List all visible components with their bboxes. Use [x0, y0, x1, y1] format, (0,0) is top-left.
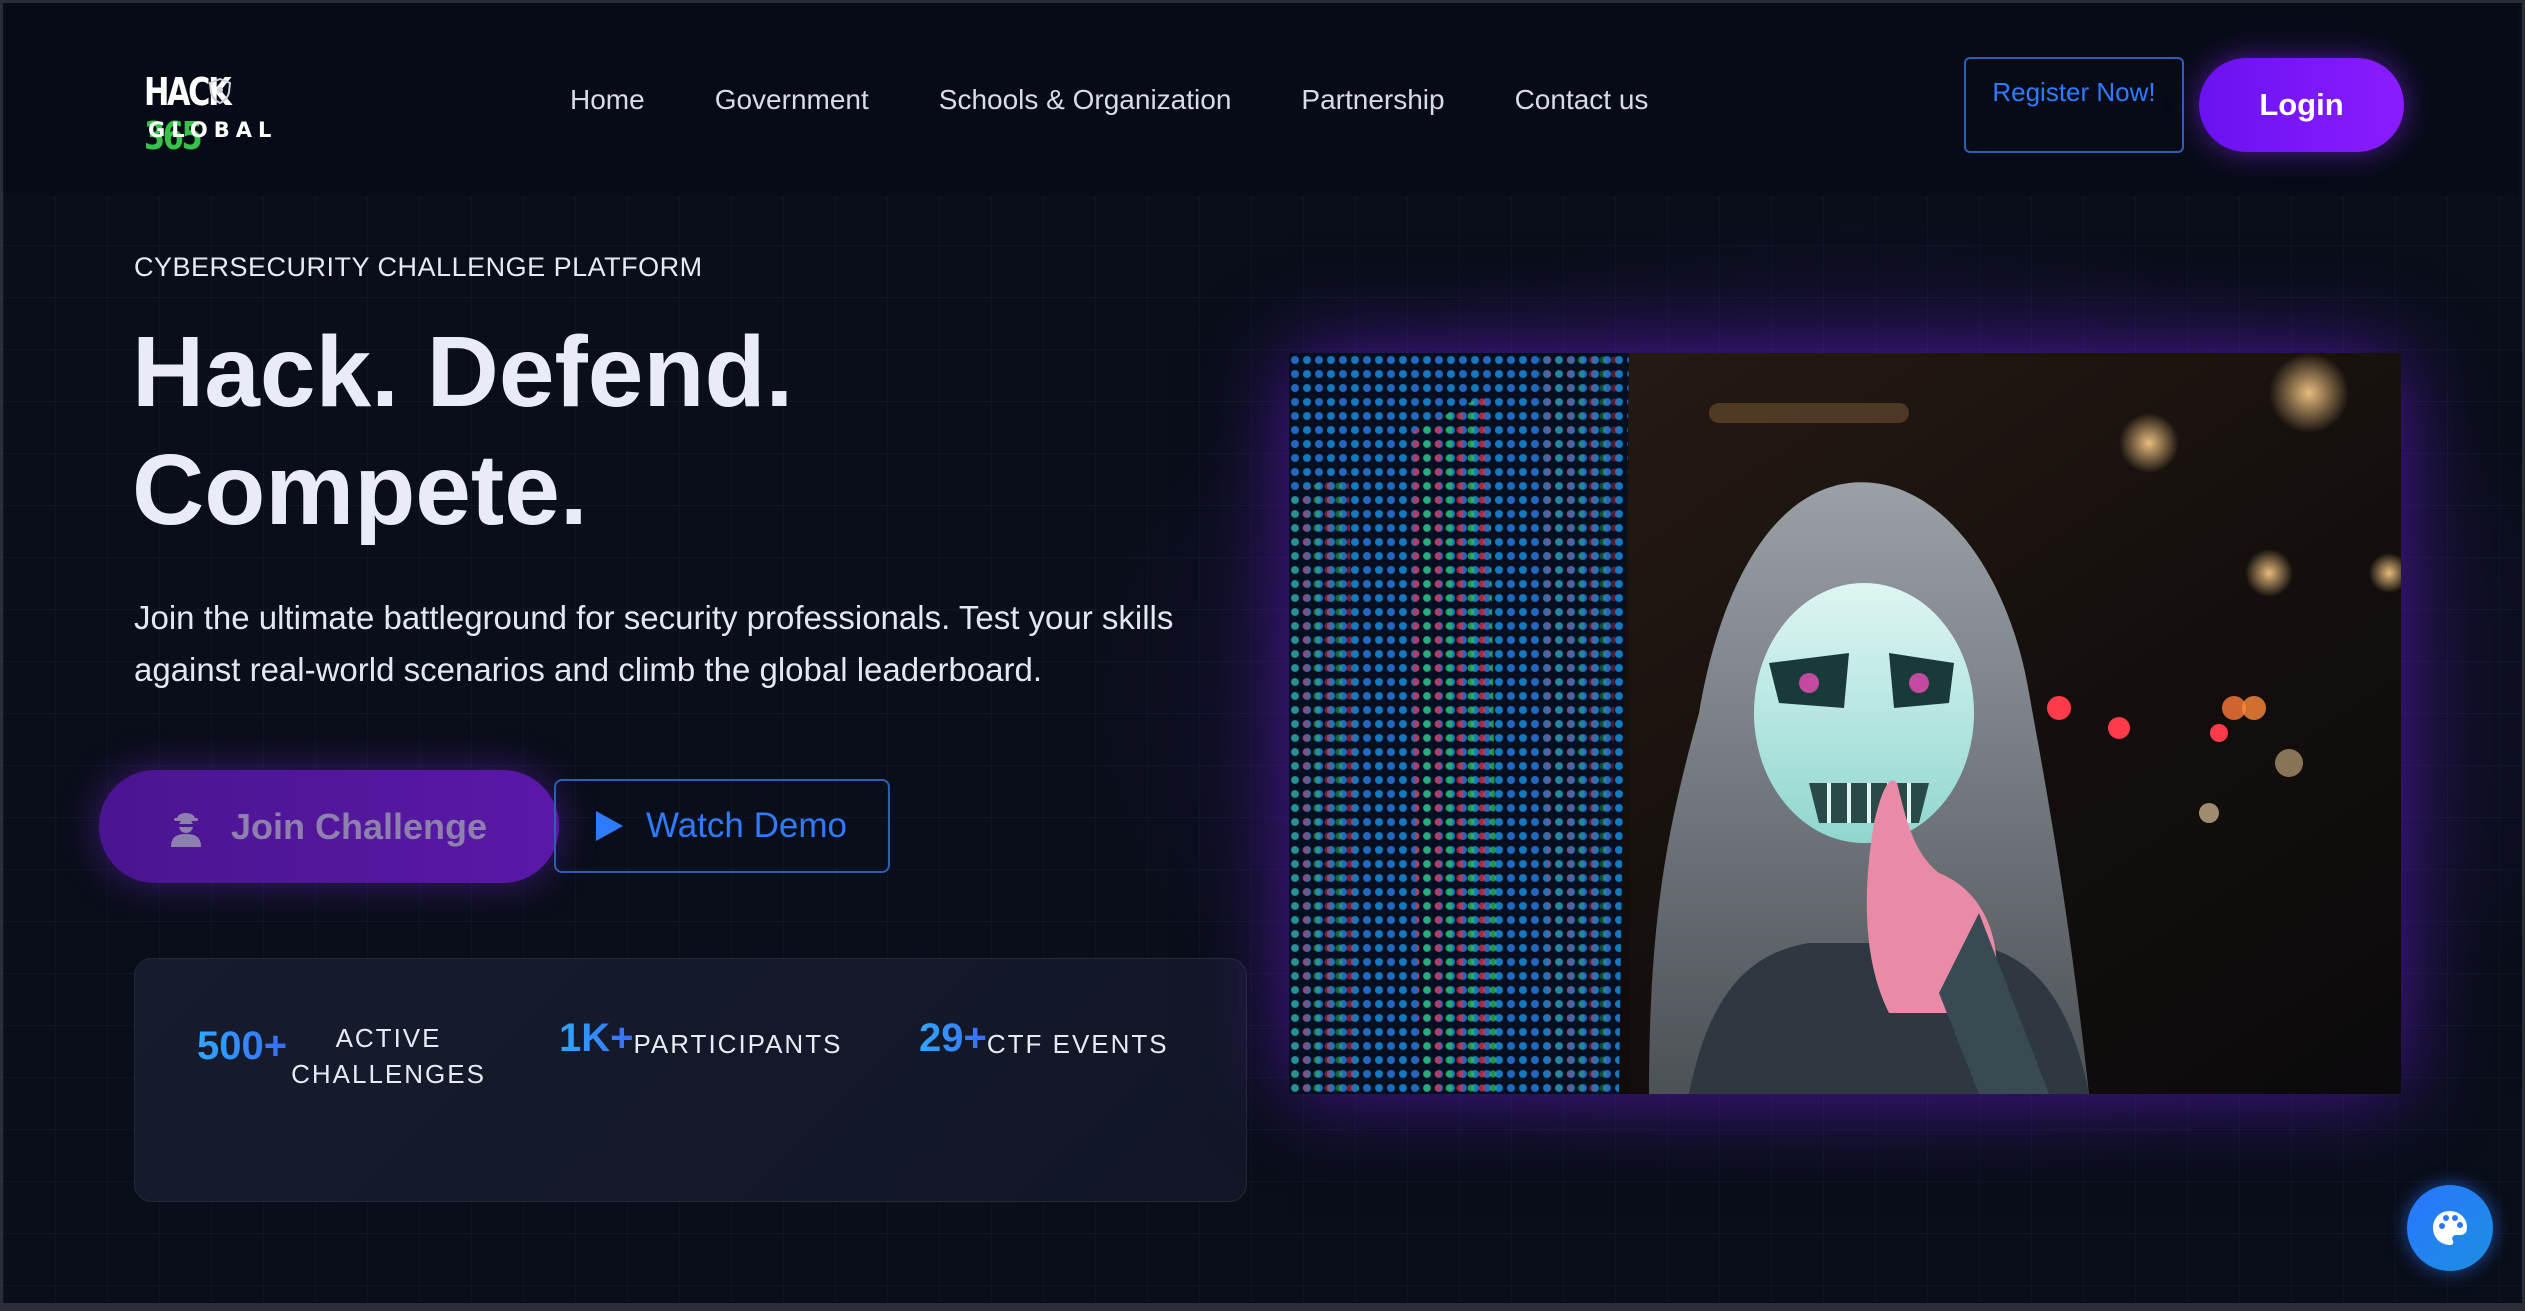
stat-value: 1K+: [559, 1016, 634, 1060]
hero-eyebrow: CYBERSECURITY CHALLENGE PLATFORM: [134, 252, 703, 282]
watch-demo-label: Watch Demo: [646, 806, 847, 845]
register-button[interactable]: Register Now!: [1964, 57, 2184, 153]
stat-value: 29+: [919, 1016, 987, 1060]
stat-participants: 1K+ PARTICIPANTS: [559, 1016, 842, 1062]
watch-demo-button[interactable]: Watch Demo: [554, 779, 890, 873]
headline-line-2: Compete.: [132, 434, 588, 546]
play-icon: [596, 811, 623, 841]
hero-image: [1289, 353, 2401, 1094]
shield-icon: [208, 78, 232, 104]
nav-link-home[interactable]: Home: [570, 84, 645, 116]
logo-subtext: GLOBAL: [148, 118, 278, 142]
nav-link-contact[interactable]: Contact us: [1515, 84, 1649, 116]
stat-ctf-events: 29+ CTF EVENTS: [919, 1016, 1169, 1062]
theme-palette-button[interactable]: [2407, 1185, 2493, 1271]
headline-line-1: Hack. Defend.: [132, 316, 794, 428]
palette-icon: [2433, 1211, 2467, 1245]
hero-headline: Hack. Defend. Compete.: [132, 313, 1232, 549]
brand-logo[interactable]: HACK365 GLOBAL: [138, 68, 288, 158]
page-frame: HACK365 GLOBAL Home Government Schools &…: [0, 0, 2525, 1311]
main-nav: Home Government Schools & Organization P…: [570, 84, 1718, 116]
join-challenge-label: Join Challenge: [231, 805, 488, 847]
stat-label: PARTICIPANTS: [633, 1029, 843, 1059]
stats-panel: 500+ ACTIVE CHALLENGES 1K+ PARTICIPANTS …: [134, 958, 1247, 1202]
top-navbar: HACK365 GLOBAL Home Government Schools &…: [6, 6, 2519, 196]
nav-link-government[interactable]: Government: [715, 84, 869, 116]
user-secret-icon: [171, 812, 201, 847]
stat-value: 500+: [197, 1024, 288, 1068]
nav-link-partnership[interactable]: Partnership: [1301, 84, 1444, 116]
login-button[interactable]: Login: [2199, 58, 2404, 152]
stat-label: CTF EVENTS: [986, 1029, 1169, 1059]
nav-link-schools[interactable]: Schools & Organization: [939, 84, 1232, 116]
stat-active-challenges: 500+ ACTIVE CHALLENGES: [197, 1023, 486, 1092]
logo-wordmark: HACK365: [144, 70, 232, 158]
join-challenge-button[interactable]: Join Challenge: [99, 770, 559, 883]
hero-description: Join the ultimate battleground for secur…: [134, 599, 1174, 688]
stat-label: ACTIVE CHALLENGES: [291, 1023, 486, 1089]
